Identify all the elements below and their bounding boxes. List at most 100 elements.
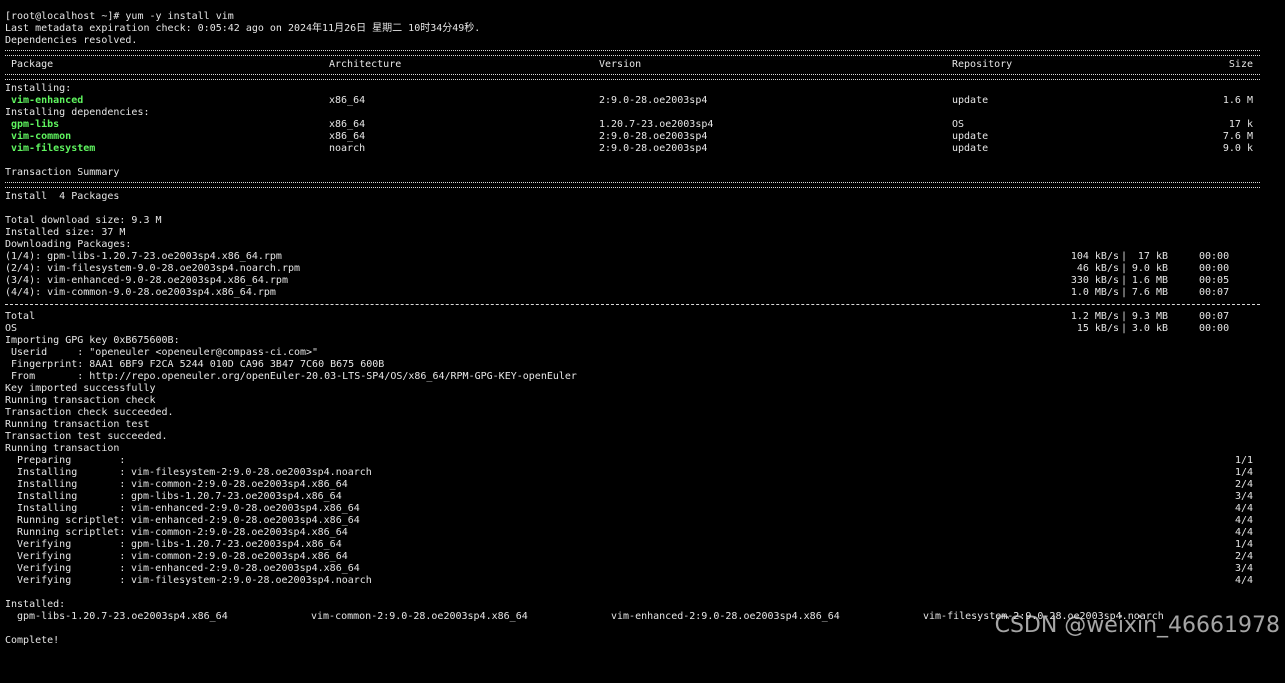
download-size: 9.0 kB bbox=[1131, 263, 1168, 274]
package-version: 2:9.0-28.oe2003sp4 bbox=[599, 143, 708, 154]
step-row: Running scriptlet: vim-enhanced-2:9.0-28… bbox=[5, 515, 1253, 526]
step-row: Verifying : vim-enhanced-2:9.0-28.oe2003… bbox=[5, 563, 1253, 574]
package-version: 1.20.7-23.oe2003sp4 bbox=[599, 119, 714, 130]
os-row: OS 15 kB/s | 3.0 kB 00:00 bbox=[5, 323, 1230, 334]
download-size: 1.6 MB bbox=[1131, 275, 1168, 286]
package-name: vim-common bbox=[11, 131, 72, 142]
download-time: 00:07 bbox=[1199, 287, 1230, 298]
installed-label: Installed: bbox=[5, 599, 66, 610]
package-size: 7.6 M bbox=[1222, 131, 1253, 142]
download-rate: 1.0 MB/s bbox=[1070, 287, 1119, 298]
package-arch: x86_64 bbox=[329, 95, 366, 106]
package-repo: update bbox=[952, 95, 989, 106]
metadata-line: Last metadata expiration check: 0:05:42 … bbox=[5, 23, 481, 34]
os-label: OS bbox=[5, 323, 18, 334]
total-label: Total bbox=[5, 311, 36, 322]
install-count: Install 4 Packages bbox=[5, 191, 120, 202]
table-header: Package Architecture Version Repository … bbox=[5, 59, 1280, 71]
download-row: (3/4): vim-enhanced-9.0-28.oe2003sp4.x86… bbox=[5, 275, 1230, 286]
step-row: Verifying : gpm-libs-1.20.7-23.oe2003sp4… bbox=[5, 539, 1253, 550]
package-arch: x86_64 bbox=[329, 119, 366, 130]
total-row: Total 1.2 MB/s | 9.3 MB 00:07 bbox=[5, 311, 1230, 322]
gpg-line: From : http://repo.openeuler.org/openEul… bbox=[5, 371, 577, 382]
step-row: Installing : vim-filesystem-2:9.0-28.oe2… bbox=[5, 467, 1253, 478]
total-time: 00:07 bbox=[1199, 311, 1230, 322]
header-size: Size bbox=[1228, 59, 1253, 70]
os-time: 00:00 bbox=[1199, 323, 1230, 334]
installed-size: Installed size: 37 M bbox=[5, 227, 126, 238]
installed-item: gpm-libs-1.20.7-23.oe2003sp4.x86_64 bbox=[17, 611, 228, 622]
package-repo: update bbox=[952, 143, 989, 154]
header-package: Package bbox=[11, 59, 54, 70]
package-size: 9.0 k bbox=[1222, 143, 1253, 154]
summary-title: Transaction Summary bbox=[5, 167, 120, 178]
package-name: vim-enhanced bbox=[11, 95, 84, 106]
step-row: Verifying : vim-common-2:9.0-28.oe2003sp… bbox=[5, 551, 1253, 562]
csdn-watermark: CSDN @weixin_46661978 bbox=[994, 613, 1280, 638]
header-architecture: Architecture bbox=[329, 59, 402, 70]
download-size: 7.6 MB bbox=[1131, 287, 1168, 298]
total-rate: 1.2 MB/s bbox=[1070, 311, 1119, 322]
download-time: 00:05 bbox=[1199, 275, 1230, 286]
package-arch: noarch bbox=[329, 143, 366, 154]
deps-resolved-line: Dependencies resolved. bbox=[5, 35, 138, 46]
gpg-line: Userid : "openeuler <openeuler@compass-c… bbox=[5, 347, 319, 358]
dashed-rule bbox=[5, 299, 1280, 311]
gpg-line: Running transaction bbox=[5, 443, 120, 454]
download-time: 00:00 bbox=[1199, 263, 1230, 274]
double-rule bbox=[5, 71, 1280, 83]
download-row: (1/4): gpm-libs-1.20.7-23.oe2003sp4.x86_… bbox=[5, 251, 1230, 262]
installed-item: vim-common-2:9.0-28.oe2003sp4.x86_64 bbox=[311, 611, 528, 622]
download-file: (2/4): vim-filesystem-9.0-28.oe2003sp4.n… bbox=[5, 263, 301, 274]
download-file: (3/4): vim-enhanced-9.0-28.oe2003sp4.x86… bbox=[5, 275, 288, 286]
package-name: gpm-libs bbox=[11, 119, 60, 130]
gpg-line: Key imported successfully bbox=[5, 383, 156, 394]
total-size: 9.3 MB bbox=[1131, 311, 1168, 322]
step-row: Running scriptlet: vim-common-2:9.0-28.o… bbox=[5, 527, 1253, 538]
package-arch: x86_64 bbox=[329, 131, 366, 142]
header-repository: Repository bbox=[952, 59, 1013, 70]
downloading-label: Downloading Packages: bbox=[5, 239, 132, 250]
download-size: Total download size: 9.3 M bbox=[5, 215, 162, 226]
step-row: Preparing : 1/1 bbox=[5, 455, 1253, 466]
double-rule bbox=[5, 179, 1280, 191]
package-size: 17 k bbox=[1228, 119, 1253, 130]
package-repo: OS bbox=[952, 119, 965, 130]
download-size: 17 kB bbox=[1131, 251, 1168, 262]
gpg-line: Transaction test succeeded. bbox=[5, 431, 168, 442]
package-row-vim-common: vim-common x86_64 2:9.0-28.oe2003sp4 upd… bbox=[5, 131, 1280, 143]
step-row: Installing : gpm-libs-1.20.7-23.oe2003sp… bbox=[5, 491, 1253, 502]
gpg-line: Running transaction test bbox=[5, 419, 150, 430]
package-version: 2:9.0-28.oe2003sp4 bbox=[599, 95, 708, 106]
package-row-vim-enhanced: vim-enhanced x86_64 2:9.0-28.oe2003sp4 u… bbox=[5, 95, 1280, 107]
command-prompt: [root@localhost ~]# yum -y install vim bbox=[5, 11, 234, 22]
download-row: (4/4): vim-common-9.0-28.oe2003sp4.x86_6… bbox=[5, 287, 1230, 298]
package-row-vim-filesystem: vim-filesystem noarch 2:9.0-28.oe2003sp4… bbox=[5, 143, 1280, 155]
step-row: Installing : vim-common-2:9.0-28.oe2003s… bbox=[5, 479, 1253, 490]
gpg-line: Running transaction check bbox=[5, 395, 156, 406]
gpg-line: Fingerprint: 8AA1 6BF9 F2CA 5244 010D CA… bbox=[5, 359, 385, 370]
dependencies-label: Installing dependencies: bbox=[5, 107, 150, 118]
package-repo: update bbox=[952, 131, 989, 142]
installed-item: vim-enhanced-2:9.0-28.oe2003sp4.x86_64 bbox=[611, 611, 840, 622]
download-file: (1/4): gpm-libs-1.20.7-23.oe2003sp4.x86_… bbox=[5, 251, 282, 262]
package-row-gpm-libs: gpm-libs x86_64 1.20.7-23.oe2003sp4 OS 1… bbox=[5, 119, 1280, 131]
package-version: 2:9.0-28.oe2003sp4 bbox=[599, 131, 708, 142]
os-size: 3.0 kB bbox=[1131, 323, 1168, 334]
download-file: (4/4): vim-common-9.0-28.oe2003sp4.x86_6… bbox=[5, 287, 276, 298]
gpg-line: Importing GPG key 0xB675600B: bbox=[5, 335, 180, 346]
package-name: vim-filesystem bbox=[11, 143, 96, 154]
step-row: Verifying : vim-filesystem-2:9.0-28.oe20… bbox=[5, 575, 1253, 586]
installing-label: Installing: bbox=[5, 83, 72, 94]
download-row: (2/4): vim-filesystem-9.0-28.oe2003sp4.n… bbox=[5, 263, 1230, 274]
download-time: 00:00 bbox=[1199, 251, 1230, 262]
terminal-output: [root@localhost ~]# yum -y install vim L… bbox=[5, 11, 1280, 647]
os-rate: 15 kB/s bbox=[1076, 323, 1119, 334]
header-version: Version bbox=[599, 59, 642, 70]
download-rate: 46 kB/s bbox=[1076, 263, 1119, 274]
step-row: Installing : vim-enhanced-2:9.0-28.oe200… bbox=[5, 503, 1253, 514]
gpg-line: Transaction check succeeded. bbox=[5, 407, 174, 418]
package-size: 1.6 M bbox=[1222, 95, 1253, 106]
double-rule bbox=[5, 47, 1280, 59]
download-rate: 330 kB/s bbox=[1070, 275, 1119, 286]
